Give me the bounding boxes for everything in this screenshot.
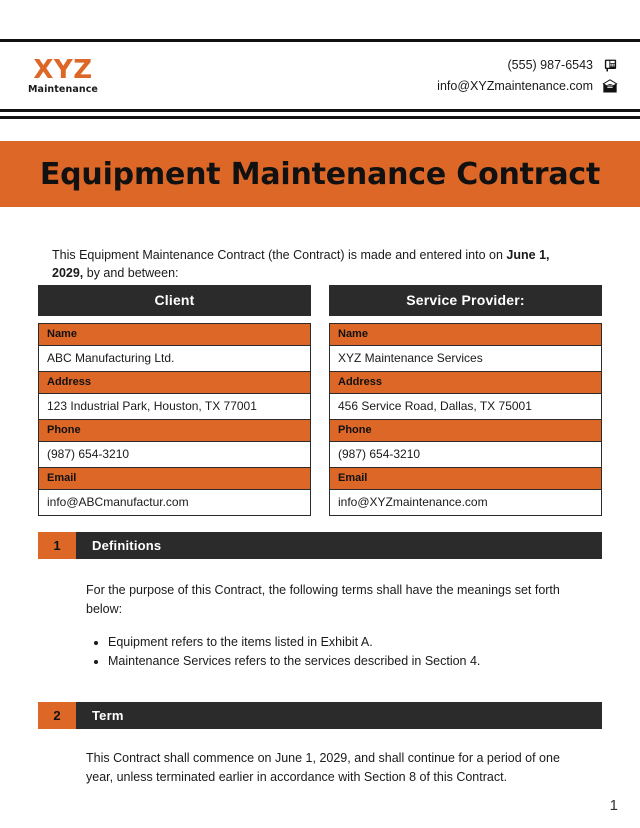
section-2-header: 2 Term [38,702,602,729]
client-table: Client Name ABC Manufacturing Ltd. Addre… [38,285,311,516]
provider-address-value: 456 Service Road, Dallas, TX 75001 [330,394,601,420]
section-1-body: For the purpose of this Contract, the fo… [86,581,586,672]
intro-paragraph: This Equipment Maintenance Contract (the… [52,246,552,282]
client-phone-label: Phone [39,420,310,442]
parties-tables: Client Name ABC Manufacturing Ltd. Addre… [38,285,602,516]
provider-phone-value: (987) 654-3210 [330,442,601,468]
client-table-rows: Name ABC Manufacturing Ltd. Address 123 … [38,323,311,516]
provider-email-label: Email [330,468,601,490]
section-2-paragraph: This Contract shall commence on June 1, … [86,751,560,784]
section-2-number: 2 [38,702,76,729]
contact-email-row: info@XYZmaintenance.com [437,78,618,94]
client-phone-value: (987) 654-3210 [39,442,310,468]
provider-phone-label: Phone [330,420,601,442]
list-item: Maintenance Services refers to the servi… [108,652,586,671]
section-1-bullet-list: Equipment refers to the items listed in … [86,633,586,672]
list-item: Equipment refers to the items listed in … [108,633,586,652]
client-email-value: info@ABCmanufactur.com [39,490,310,516]
company-logo: XYZ Maintenance [28,57,98,95]
contact-email-text: info@XYZmaintenance.com [437,79,593,93]
section-2-title: Term [76,702,602,729]
service-provider-table: Service Provider: Name XYZ Maintenance S… [329,285,602,516]
logo-tagline: Maintenance [28,83,98,95]
header-contact-block: (555) 987-6543 info@XYZmaintenance.com [437,57,618,94]
service-provider-table-rows: Name XYZ Maintenance Services Address 45… [329,323,602,516]
service-provider-table-heading: Service Provider: [329,285,602,316]
section-1-title: Definitions [76,532,602,559]
provider-name-label: Name [330,324,601,346]
section-2-body: This Contract shall commence on June 1, … [86,749,586,787]
provider-address-label: Address [330,372,601,394]
provider-name-value: XYZ Maintenance Services [330,346,601,372]
page-header: XYZ Maintenance (555) 987-6543 info@XYZm… [0,42,640,109]
provider-email-value: info@XYZmaintenance.com [330,490,601,516]
client-name-value: ABC Manufacturing Ltd. [39,346,310,372]
intro-text-part2: by and between: [83,265,179,280]
section-1-header: 1 Definitions [38,532,602,559]
intro-text-part1: This Equipment Maintenance Contract (the… [52,247,507,262]
section-1-paragraph: For the purpose of this Contract, the fo… [86,583,560,616]
client-address-value: 123 Industrial Park, Houston, TX 77001 [39,394,310,420]
header-bottom-rule-1 [0,109,640,112]
document-title-banner: Equipment Maintenance Contract [0,141,640,207]
client-address-label: Address [39,372,310,394]
header-bottom-rule-2 [0,116,640,119]
contact-phone-row: (555) 987-6543 [508,57,618,73]
client-table-heading: Client [38,285,311,316]
envelope-icon [602,78,618,94]
page-number: 1 [609,797,618,814]
client-name-label: Name [39,324,310,346]
page-title: Equipment Maintenance Contract [39,156,601,192]
client-email-label: Email [39,468,310,490]
contact-phone-text: (555) 987-6543 [507,58,593,72]
section-1-number: 1 [38,532,76,559]
logo-wordmark: XYZ [33,54,93,85]
desk-phone-icon [602,57,618,73]
